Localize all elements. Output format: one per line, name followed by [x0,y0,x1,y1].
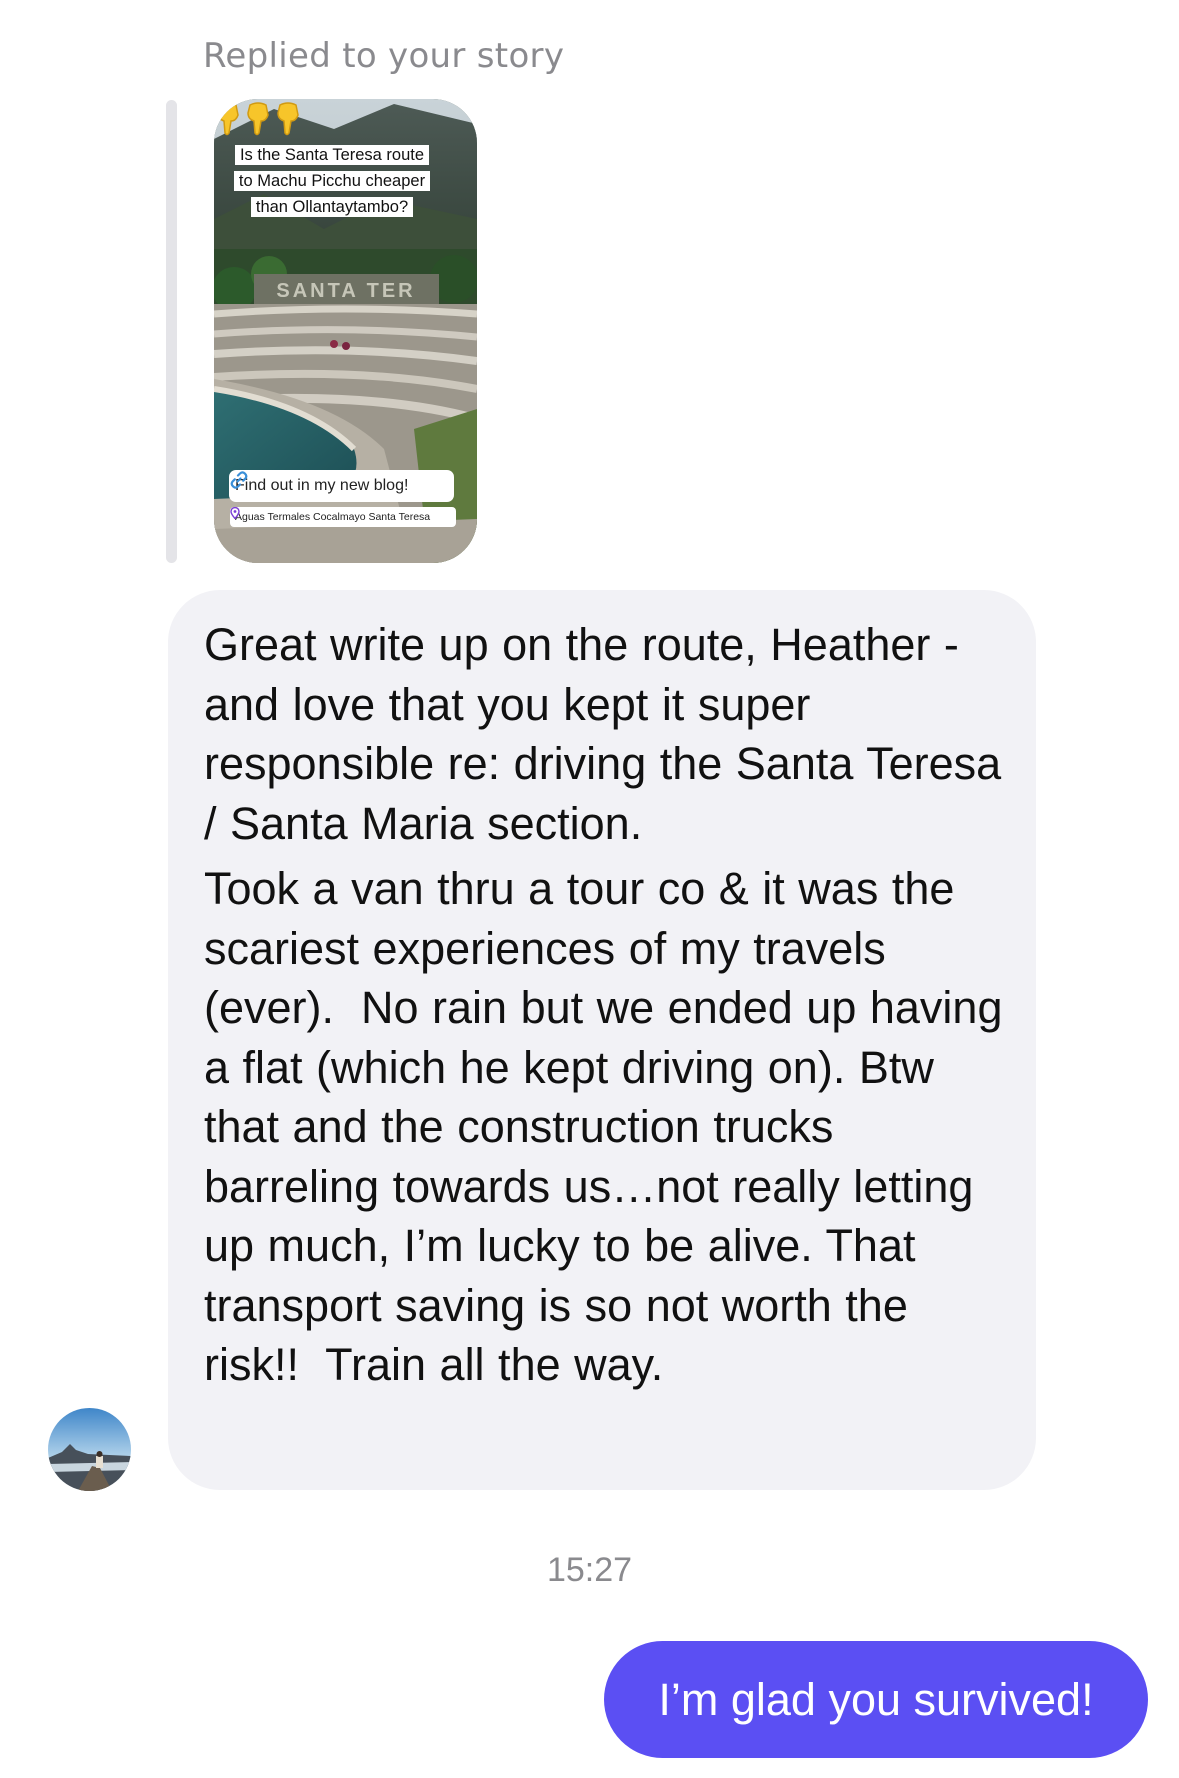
svg-text:SANTA TER: SANTA TER [276,280,415,302]
incoming-message-bubble[interactable]: Great write up on the route, Heather - a… [168,590,1036,1490]
replied-to-story-label: Replied to your story [203,36,565,76]
story-location-text: Aguas Termales Cocalmayo Santa Teresa [235,511,431,523]
story-link-sticker[interactable]: Find out in my new blog! [229,470,454,502]
story-link-text: Find out in my new blog! [235,477,409,494]
message-paragraph: Great write up on the route, Heather - a… [204,619,1015,849]
message-timestamp: 15:27 [546,1551,633,1589]
outgoing-message-bubble[interactable]: I’m glad you survived! [604,1641,1148,1758]
reply-indicator-bar [166,100,177,563]
outgoing-message-text: I’m glad you survived! [658,1674,1094,1725]
story-preview-card[interactable]: SANTA TER Is the Santa Teresa route to M… [214,99,477,563]
avatar-photo [48,1408,131,1491]
pointing-down-hand-emoji [217,102,299,136]
story-location-sticker[interactable]: Aguas Termales Cocalmayo Santa Teresa [230,507,456,527]
story-question-text: Is the Santa Teresa route to Machu Picch… [232,142,432,220]
link-icon [230,471,248,489]
location-pin-icon [230,507,240,519]
message-paragraph: Took a van thru a tour co & it was the s… [204,863,1016,1390]
sender-avatar[interactable] [48,1408,131,1491]
